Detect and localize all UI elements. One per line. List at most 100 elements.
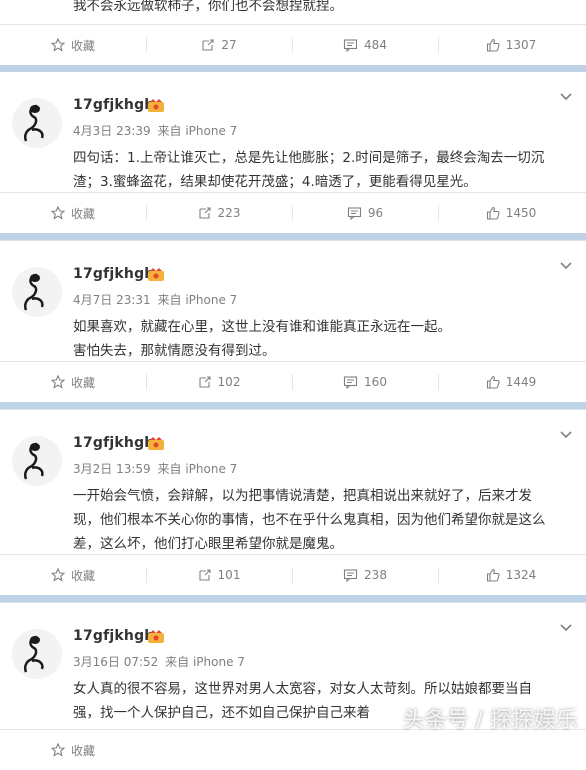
post-body: 一开始会气愤，会辩解，以为把事情说清楚，把真相说出来就好了，后来才发 现，他们根… bbox=[73, 484, 573, 556]
post-body: 四句话：1.上帝让谁灭亡，总是先让他膨胀；2.时间是筛子，最终会淘去一切沉 渣；… bbox=[73, 146, 573, 194]
avatar[interactable] bbox=[12, 267, 62, 317]
post-card: 17gfjkhgh 3月2日 13:59 来自 iPhone 7 一开始会气愤，… bbox=[0, 410, 586, 595]
post-meta: 3月16日 07:52 来自 iPhone 7 bbox=[73, 653, 248, 670]
post-source: 来自 iPhone 7 bbox=[157, 124, 238, 138]
post-date[interactable]: 4月3日 23:39 bbox=[73, 124, 151, 138]
avatar[interactable] bbox=[12, 629, 62, 679]
comment-icon bbox=[343, 376, 358, 389]
comment-button[interactable]: 96 bbox=[292, 193, 438, 233]
post-card-partial: 我不会永远做软柿子，你们也不会想捏就捏。 收藏 27 484 1307 bbox=[0, 0, 586, 65]
card-divider bbox=[0, 233, 586, 240]
favorite-label: 收藏 bbox=[70, 375, 95, 390]
like-count: 1307 bbox=[505, 38, 537, 52]
repost-icon bbox=[198, 207, 211, 219]
avatar[interactable] bbox=[12, 98, 62, 148]
comment-icon bbox=[343, 569, 358, 582]
repost-button[interactable]: 101 bbox=[146, 555, 292, 595]
comment-count: 160 bbox=[364, 375, 387, 389]
chevron-down-icon[interactable] bbox=[560, 430, 572, 440]
comment-count: 96 bbox=[367, 206, 384, 220]
post-text-line: 现，他们根本不关心你的事情，也不在乎什么鬼真相，因为他们希望你就是这么 bbox=[73, 512, 546, 528]
chevron-down-icon[interactable] bbox=[560, 92, 572, 102]
username[interactable]: 17gfjkhgh bbox=[73, 435, 154, 451]
star-icon bbox=[50, 38, 65, 52]
repost-icon bbox=[202, 39, 214, 51]
favorite-button[interactable]: 收藏 bbox=[0, 193, 146, 233]
post-card: 17gfjkhgh 3月16日 07:52 来自 iPhone 7 女人真的很不… bbox=[0, 603, 586, 770]
post-card: 17gfjkhgh 4月7日 23:31 来自 iPhone 7 如果喜欢，就藏… bbox=[0, 241, 586, 402]
favorite-label: 收藏 bbox=[70, 568, 95, 583]
favorite-button[interactable]: 收藏 bbox=[0, 362, 146, 402]
like-button[interactable]: 1324 bbox=[438, 555, 584, 595]
vip-badge-icon bbox=[148, 268, 164, 281]
like-button[interactable]: 1450 bbox=[438, 193, 584, 233]
star-icon bbox=[50, 375, 65, 389]
card-divider bbox=[0, 402, 586, 409]
comment-button[interactable]: 238 bbox=[292, 555, 438, 595]
vip-badge-icon bbox=[148, 630, 164, 643]
repost-button[interactable]: 102 bbox=[146, 362, 292, 402]
comment-count: 484 bbox=[364, 38, 387, 52]
username[interactable]: 17gfjkhgh bbox=[73, 266, 154, 282]
post-meta: 3月2日 13:59 来自 iPhone 7 bbox=[73, 460, 240, 477]
card-divider bbox=[0, 65, 586, 72]
username[interactable]: 17gfjkhgh bbox=[73, 97, 154, 113]
post-body: 我不会永远做软柿子，你们也不会想捏就捏。 bbox=[73, 0, 573, 18]
comment-icon bbox=[343, 39, 358, 52]
repost-icon bbox=[198, 376, 211, 388]
favorite-button[interactable]: 收藏 bbox=[0, 25, 146, 65]
vip-badge-icon bbox=[148, 99, 164, 112]
post-actions: 收藏 27 484 1307 bbox=[0, 24, 586, 65]
star-icon bbox=[50, 568, 65, 582]
favorite-label: 收藏 bbox=[70, 38, 95, 53]
post-body: 如果喜欢，就藏在心里，这世上没有谁和谁能真正永远在一起。 害怕失去，那就情愿没有… bbox=[73, 315, 573, 363]
favorite-button[interactable]: 收藏 bbox=[0, 555, 146, 595]
post-actions: 收藏 101 238 1324 bbox=[0, 554, 586, 595]
star-icon bbox=[50, 206, 65, 220]
watermark: 头条号 / 探探娱乐 bbox=[402, 708, 578, 733]
repost-count: 102 bbox=[217, 375, 241, 389]
like-count: 1324 bbox=[505, 568, 537, 582]
comment-button[interactable]: 160 bbox=[292, 362, 438, 402]
thumbs-up-icon bbox=[486, 568, 500, 582]
favorite-label: 收藏 bbox=[70, 206, 95, 221]
repost-button[interactable]: 223 bbox=[146, 193, 292, 233]
post-date[interactable]: 3月16日 07:52 bbox=[73, 655, 158, 669]
post-text-line: 四句话：1.上帝让谁灭亡，总是先让他膨胀；2.时间是筛子，最终会淘去一切沉 bbox=[73, 150, 545, 166]
post-text-line: 如果喜欢，就藏在心里，这世上没有谁和谁能真正永远在一起。 bbox=[73, 319, 451, 335]
thumbs-up-icon bbox=[486, 206, 500, 220]
chevron-down-icon[interactable] bbox=[560, 261, 572, 271]
comment-count: 238 bbox=[364, 568, 387, 582]
post-card: 17gfjkhgh 4月3日 23:39 来自 iPhone 7 四句话：1.上… bbox=[0, 72, 586, 233]
favorite-button[interactable]: 收藏 bbox=[0, 730, 146, 770]
vip-badge-icon bbox=[148, 437, 164, 450]
repost-button[interactable]: 27 bbox=[146, 25, 292, 65]
like-button[interactable]: 1307 bbox=[438, 25, 584, 65]
comment-button[interactable]: 484 bbox=[292, 25, 438, 65]
like-button[interactable]: 1449 bbox=[438, 362, 584, 402]
star-icon bbox=[50, 743, 65, 757]
repost-icon bbox=[198, 569, 211, 581]
thumbs-up-icon bbox=[486, 375, 500, 389]
favorite-label: 收藏 bbox=[70, 743, 95, 758]
comment-icon bbox=[347, 207, 361, 220]
card-divider bbox=[0, 595, 586, 602]
post-meta: 4月7日 23:31 来自 iPhone 7 bbox=[73, 291, 240, 308]
post-text-line: 差，这么坏，他们打心眼里希望你就是魔鬼。 bbox=[73, 536, 343, 552]
post-meta: 4月3日 23:39 来自 iPhone 7 bbox=[73, 122, 240, 139]
chevron-down-icon[interactable] bbox=[560, 623, 572, 633]
post-source: 来自 iPhone 7 bbox=[157, 462, 238, 476]
post-source: 来自 iPhone 7 bbox=[165, 655, 245, 669]
repost-count: 101 bbox=[217, 568, 241, 582]
post-date[interactable]: 3月2日 13:59 bbox=[73, 462, 151, 476]
like-count: 1449 bbox=[505, 375, 537, 389]
post-date[interactable]: 4月7日 23:31 bbox=[73, 293, 151, 307]
username[interactable]: 17gfjkhgh bbox=[73, 628, 154, 644]
post-text-line: 一开始会气愤，会辩解，以为把事情说清楚，把真相说出来就好了，后来才发 bbox=[73, 488, 532, 504]
post-text-line: 我不会永远做软柿子，你们也不会想捏就捏。 bbox=[73, 0, 343, 14]
thumbs-up-icon bbox=[486, 38, 500, 52]
avatar[interactable] bbox=[12, 436, 62, 486]
post-actions: 收藏 223 96 1450 bbox=[0, 192, 586, 233]
post-text-line: 女人真的很不容易，这世界对男人太宽容，对女人太苛刻。所以姑娘都要当自 bbox=[73, 681, 532, 697]
post-text-line: 渣；3.蜜蜂盗花，结果却使花开茂盛；4.暗透了，更能看得见星光。 bbox=[73, 174, 477, 190]
